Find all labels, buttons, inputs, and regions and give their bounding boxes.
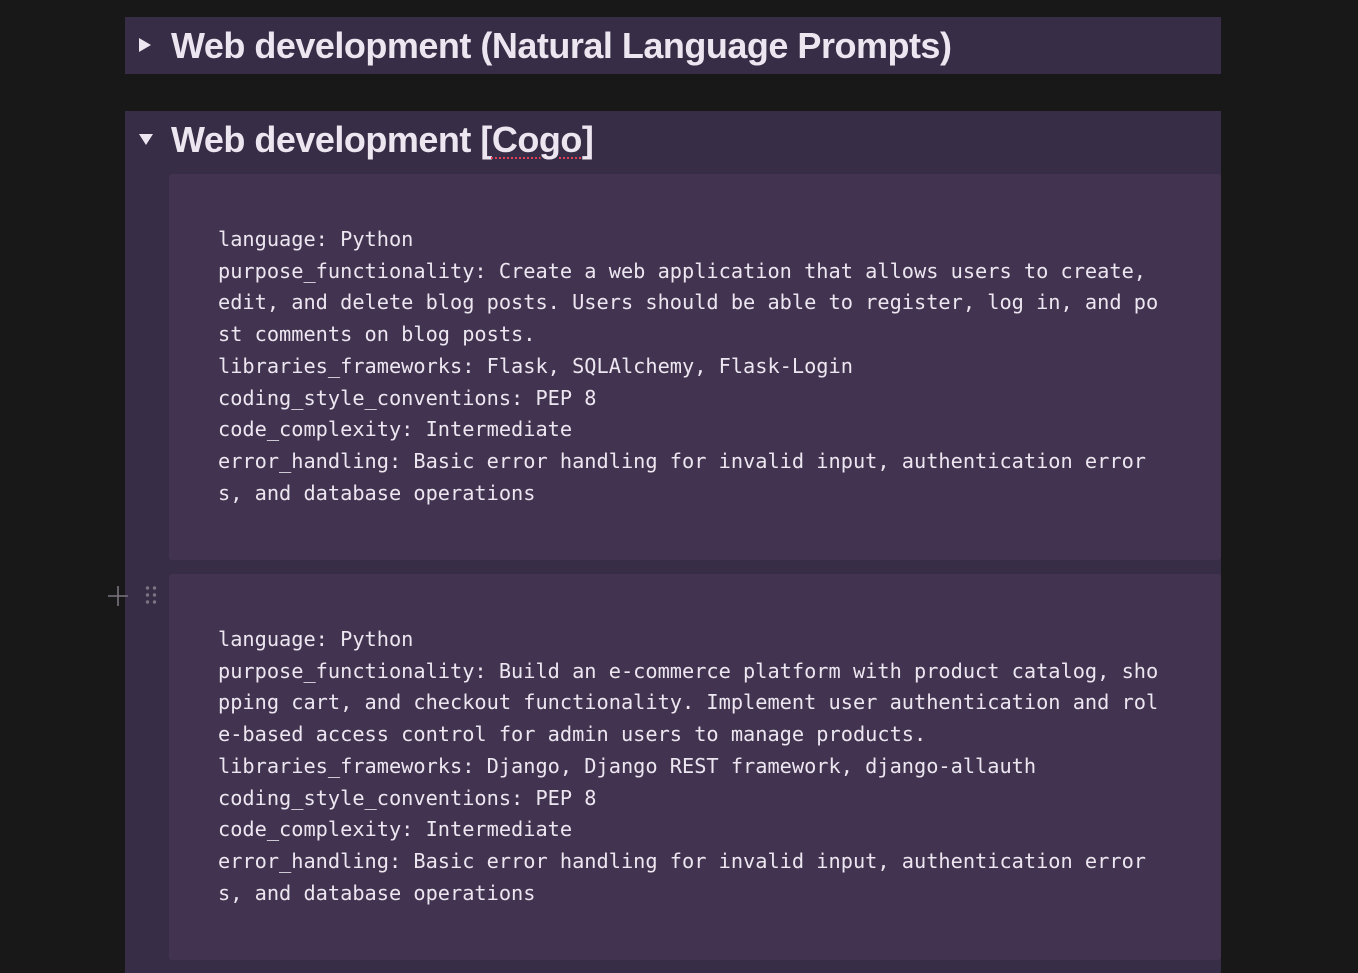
code-line: code_complexity: Intermediate (218, 817, 572, 841)
code-line: s, and database operations (218, 481, 535, 505)
code-line: purpose_functionality: Build an e-commer… (218, 659, 1158, 683)
code-line: libraries_frameworks: Flask, SQLAlchemy,… (218, 354, 853, 378)
toggle-title[interactable]: Web development [Cogo] (171, 119, 593, 161)
triangle-right-icon[interactable] (136, 33, 156, 57)
title-prefix: Web development [ (171, 119, 492, 160)
toggle-block-natural-language[interactable]: Web development (Natural Language Prompt… (125, 17, 1221, 74)
toggle-block-cogo[interactable]: Web development [Cogo] language: Python … (125, 111, 1221, 973)
code-line: pping cart, and checkout functionality. … (218, 690, 1158, 714)
toggle-header[interactable]: Web development (Natural Language Prompt… (125, 17, 1221, 74)
code-line: e-based access control for admin users t… (218, 722, 926, 746)
title-suffix: ] (582, 119, 594, 160)
code-line: language: Python (218, 627, 413, 651)
code-line: error_handling: Basic error handling for… (218, 449, 1146, 473)
toggle-header[interactable]: Web development [Cogo] (125, 111, 1221, 168)
code-line: purpose_functionality: Create a web appl… (218, 259, 1146, 283)
code-line: code_complexity: Intermediate (218, 417, 572, 441)
code-line: edit, and delete blog posts. Users shoul… (218, 290, 1158, 314)
toggle-title[interactable]: Web development (Natural Language Prompt… (171, 25, 951, 67)
code-line: language: Python (218, 227, 413, 251)
triangle-down-icon[interactable] (136, 127, 156, 151)
code-block[interactable]: language: Python purpose_functionality: … (169, 574, 1221, 960)
code-line: error_handling: Basic error handling for… (218, 849, 1146, 873)
drag-handle-icon[interactable] (144, 585, 158, 609)
code-line: st comments on blog posts. (218, 322, 535, 346)
code-text[interactable]: language: Python purpose_functionality: … (218, 624, 1208, 909)
block-handles (106, 584, 162, 610)
code-line: libraries_frameworks: Django, Django RES… (218, 754, 1036, 778)
code-text[interactable]: language: Python purpose_functionality: … (218, 224, 1208, 509)
code-line: coding_style_conventions: PEP 8 (218, 786, 597, 810)
plus-icon[interactable] (106, 584, 130, 608)
code-line: coding_style_conventions: PEP 8 (218, 386, 597, 410)
code-block[interactable]: language: Python purpose_functionality: … (169, 174, 1221, 560)
code-line: s, and database operations (218, 881, 535, 905)
spellcheck-flagged-word[interactable]: Cogo (492, 119, 582, 160)
